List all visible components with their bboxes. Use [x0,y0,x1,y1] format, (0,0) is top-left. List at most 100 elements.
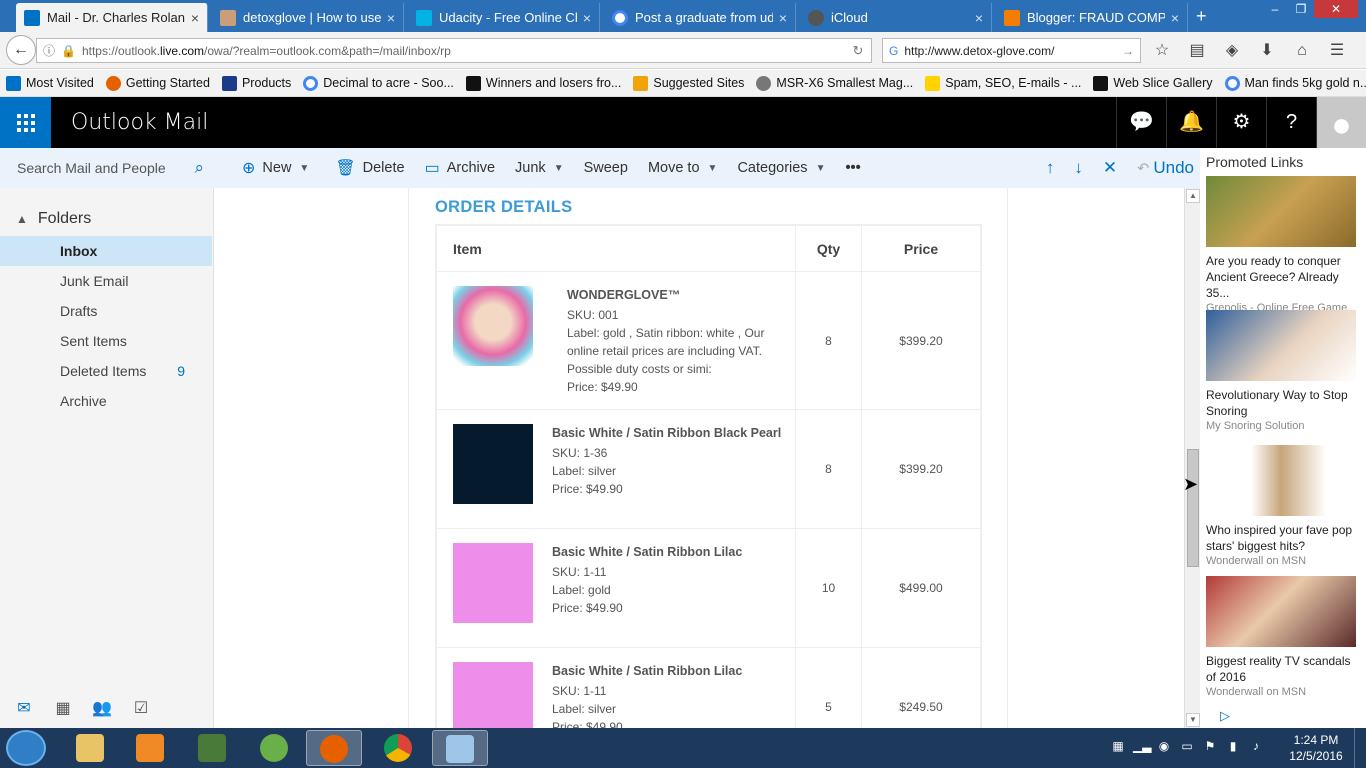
scroll-down-icon[interactable]: ▼ [1186,713,1200,727]
bookmark-item[interactable]: Man finds 5kg gold n... [1224,75,1366,91]
bell-icon[interactable]: 🔔 [1166,97,1216,148]
ad-item[interactable]: Revolutionary Way to Stop Snoring My Sno… [1206,310,1356,432]
ad-title[interactable]: Revolutionary Way to Stop Snoring [1206,387,1356,419]
search-box[interactable]: Search Mail and People ⌕ [0,148,214,188]
media-taskbar-button[interactable] [122,730,178,766]
archive-button[interactable]: ▭ Archive [425,158,495,178]
globe-taskbar-button[interactable] [246,730,302,766]
bookmark-item[interactable]: Spam, SEO, E-mails - ... [925,75,1081,91]
folder-sent-items[interactable]: Sent Items [0,326,212,356]
folder-inbox[interactable]: Inbox [0,236,212,266]
folders-heading[interactable]: ▲ Folders [16,210,91,228]
signal-icon[interactable]: ▁▃ [1133,738,1151,754]
avatar[interactable]: ● [1316,97,1366,148]
folder-archive[interactable]: Archive [0,386,212,416]
move-to-button[interactable]: Move to ▼ [648,160,718,176]
chrome-icon[interactable]: ◉ [1156,738,1172,754]
bookmark-item[interactable]: Decimal to acre - Soo... [303,75,454,91]
ad-image[interactable] [1206,310,1356,381]
reading-list-icon[interactable]: ▤ [1185,39,1209,63]
close-icon[interactable]: × [1171,10,1179,26]
arrow-up-icon[interactable]: ↑ [1046,158,1055,178]
help-icon[interactable]: ? [1266,97,1316,148]
chevron-down-icon[interactable]: ▼ [299,163,309,174]
browser-search-box[interactable]: G http://www.detox-glove.com/ → [882,38,1141,63]
tab-google-search[interactable]: Post a graduate from ud... × [604,3,796,32]
close-icon[interactable]: ✕ [1103,158,1117,178]
ad-title[interactable]: Who inspired your fave pop stars' bigges… [1206,522,1356,554]
ad-title[interactable]: Are you ready to conquer Ancient Greece?… [1206,253,1356,301]
chrome-taskbar-button[interactable] [370,730,426,766]
bookmark-item[interactable]: Getting Started [105,75,210,91]
go-arrow-icon[interactable]: → [1122,44,1140,58]
explorer-taskbar-button[interactable] [62,730,118,766]
calendar-icon[interactable]: ▦ [53,698,73,718]
window-close-icon[interactable]: ✕ [1314,0,1358,18]
close-icon[interactable]: × [191,10,199,26]
address-bar[interactable]: ⓘ 🔒 https://outlook.live.com/owa/?realm=… [36,38,872,63]
ad-image[interactable] [1206,576,1356,647]
home-icon[interactable]: ⌂ [1290,39,1314,63]
gear-icon[interactable]: ⚙ [1216,97,1266,148]
app-launcher-icon[interactable] [0,97,51,148]
folder-drafts[interactable]: Drafts [0,296,212,326]
new-button[interactable]: ⊕ New ▼ [242,158,309,178]
adchoices-icon[interactable]: ▷ [1220,708,1230,724]
new-tab-icon[interactable]: + [1196,6,1207,27]
flag-icon[interactable]: ⚑ [1202,738,1218,754]
search-icon[interactable]: ⌕ [194,158,204,178]
reload-icon[interactable]: ↻ [845,43,871,59]
delete-button[interactable]: 🗑 Delete [335,158,404,178]
close-icon[interactable]: × [779,10,787,26]
close-icon[interactable]: × [975,10,983,26]
tab-udacity[interactable]: Udacity - Free Online Cl... × [408,3,600,32]
tab-icloud[interactable]: iCloud × [800,3,992,32]
close-icon[interactable]: × [387,10,395,26]
mail-icon[interactable]: ✉ [14,698,34,718]
start-button[interactable] [6,730,46,766]
tab-blogger[interactable]: Blogger: FRAUD COMP... × [996,3,1188,32]
bookmark-item[interactable]: Most Visited [6,75,94,91]
tab-detoxglove[interactable]: detoxglove | How to use... × [212,3,404,32]
bookmark-item[interactable]: Products [221,75,291,91]
bookmark-item[interactable]: MSR-X6 Smallest Mag... [756,75,913,91]
ad-item[interactable]: Biggest reality TV scandals of 2016 Wond… [1206,576,1356,698]
categories-button[interactable]: Categories ▼ [737,160,825,176]
system-clock[interactable]: 1:24 PM 12/5/2016 [1286,732,1346,764]
ad-image[interactable] [1206,445,1356,516]
download-icon[interactable]: ⬇ [1255,39,1279,63]
app-tray-icon[interactable]: ▦ [1110,738,1126,754]
arrow-down-icon[interactable]: ↓ [1074,158,1083,178]
ad-item[interactable]: Are you ready to conquer Ancient Greece?… [1206,176,1356,314]
chat-icon[interactable]: 💬 [1116,97,1166,148]
more-button[interactable]: ••• [845,160,860,176]
show-desktop-button[interactable] [1354,728,1366,768]
firefox-taskbar-button[interactable] [306,730,362,766]
maximize-icon[interactable]: ❐ [1288,0,1314,18]
back-arrow-icon[interactable]: ← [6,35,36,65]
reading-pane-scrollbar[interactable]: ▲ ▼ [1184,188,1200,728]
star-icon[interactable]: ☆ [1150,39,1174,63]
undo-button[interactable]: ↶ Undo [1137,158,1194,178]
tab-outlook-mail[interactable]: Mail - Dr. Charles Rolan... × [16,3,208,32]
info-icon[interactable]: ⓘ [43,42,55,59]
bookmark-item[interactable]: Winners and losers fro... [465,75,621,91]
bookmark-item[interactable]: Web Slice Gallery [1093,75,1213,91]
scrollbar-thumb[interactable] [1187,449,1199,567]
app-taskbar-button[interactable] [184,730,240,766]
ad-image[interactable] [1206,176,1356,247]
app-taskbar-button[interactable] [432,730,488,766]
tasks-icon[interactable]: ☑ [131,698,151,718]
folder-junk-email[interactable]: Junk Email [0,266,212,296]
monitor-icon[interactable]: ▭ [1179,738,1195,754]
sweep-button[interactable]: Sweep [584,160,628,176]
chevron-down-icon[interactable]: ▼ [554,163,564,174]
minimize-icon[interactable]: – [1262,0,1288,18]
bookmark-item[interactable]: Suggested Sites [633,75,744,91]
junk-button[interactable]: Junk ▼ [515,160,564,176]
scroll-up-icon[interactable]: ▲ [1186,189,1200,203]
folder-deleted-items[interactable]: Deleted Items 9 [0,356,212,386]
close-icon[interactable]: × [583,10,591,26]
pocket-icon[interactable]: ◈ [1220,39,1244,63]
people-icon[interactable]: 👥 [92,698,112,718]
